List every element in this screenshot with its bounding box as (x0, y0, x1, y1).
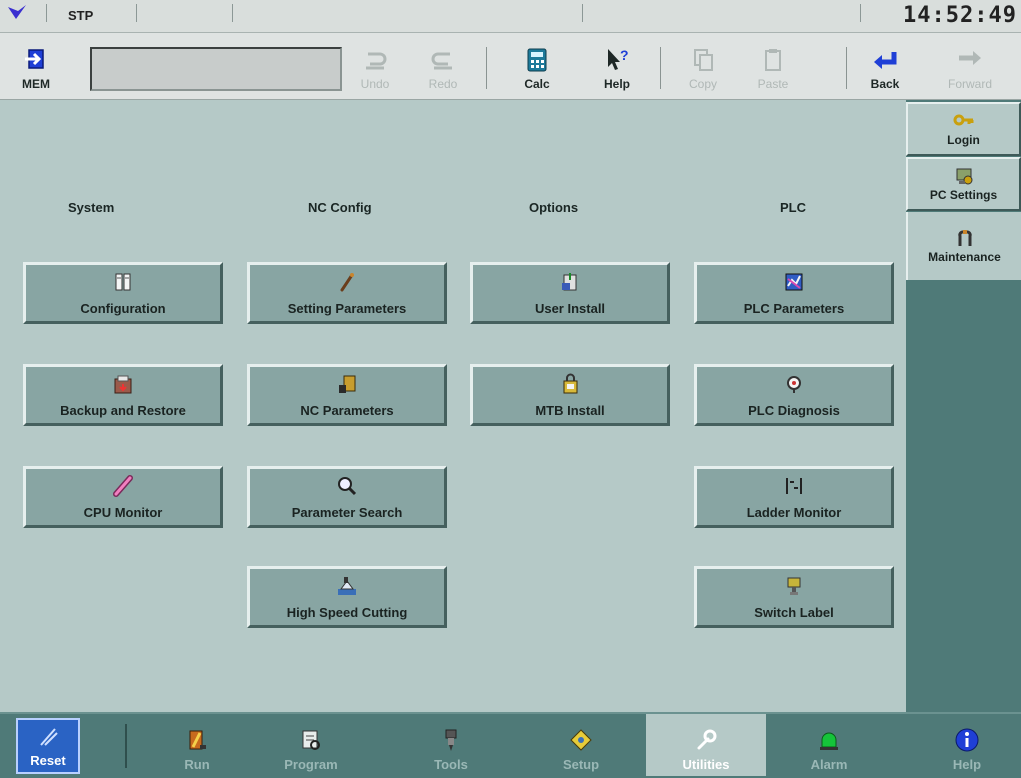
maintenance-tab[interactable]: Maintenance (906, 212, 1021, 280)
ladder-monitor-button[interactable]: Ladder Monitor (694, 466, 894, 528)
login-button[interactable]: Login (906, 102, 1021, 156)
configuration-button[interactable]: Configuration (23, 262, 223, 324)
key-icon (953, 114, 973, 126)
status-divider (136, 4, 137, 22)
copy-icon (694, 49, 713, 71)
status-divider (582, 4, 583, 22)
column-header-system: System (68, 200, 115, 215)
clock: 14:52:49 (903, 3, 1017, 28)
nc-parameters-button[interactable]: NC Parameters (247, 364, 447, 426)
machine-mode: STP (68, 8, 94, 23)
help-pointer-icon: ? (608, 47, 629, 70)
reset-button[interactable]: Reset (16, 718, 80, 774)
maintenance-icon (957, 230, 972, 246)
plc-parameters-icon (785, 273, 803, 290)
high-speed-cutting-button[interactable]: High Speed Cutting (247, 566, 447, 628)
toolbar: MEM Undo Redo Calc ? Help Copy Paste Bac… (0, 33, 1021, 101)
paste-icon (765, 49, 781, 71)
info-icon (955, 728, 979, 752)
calculator-icon (527, 48, 547, 72)
toolbar-divider (486, 47, 487, 89)
run-button[interactable]: Run (154, 714, 240, 776)
redo-icon (431, 52, 452, 70)
parameter-search-button[interactable]: Parameter Search (247, 466, 447, 528)
copy-button[interactable]: Copy (672, 37, 734, 95)
calc-button[interactable]: Calc (506, 37, 568, 95)
switch-label-icon (787, 577, 801, 595)
wrench-icon (697, 729, 717, 750)
backup-restore-button[interactable]: Backup and Restore (23, 364, 223, 426)
utilities-button[interactable]: Utilities (646, 714, 766, 776)
mem-arrow-icon (25, 49, 44, 69)
undo-button[interactable]: Undo (344, 37, 406, 95)
ladder-monitor-icon (786, 477, 802, 494)
plc-diagnosis-icon (787, 375, 801, 393)
status-divider (46, 4, 47, 22)
run-icon (189, 730, 206, 750)
tools-button[interactable]: Tools (408, 714, 494, 776)
setting-parameters-button[interactable]: Setting Parameters (247, 262, 447, 324)
user-install-button[interactable]: User Install (470, 262, 670, 324)
logo-icon (8, 5, 26, 19)
mtb-install-button[interactable]: MTB Install (470, 364, 670, 426)
mem-button[interactable]: MEM (8, 37, 64, 95)
user-install-icon (562, 272, 577, 290)
program-button[interactable]: Program (268, 714, 354, 776)
help-bottom-button[interactable]: Help (924, 714, 1010, 776)
configuration-icon (115, 273, 131, 290)
status-bar: STP 14:52:49 (0, 0, 1021, 33)
pc-settings-button[interactable]: PC Settings (906, 157, 1021, 211)
setup-icon (570, 729, 592, 751)
help-button[interactable]: ? Help (586, 37, 648, 95)
setup-button[interactable]: Setup (538, 714, 624, 776)
plc-diagnosis-button[interactable]: PLC Diagnosis (694, 364, 894, 426)
nc-parameters-icon (339, 375, 356, 393)
status-divider (860, 4, 861, 22)
column-header-plc: PLC (780, 200, 806, 215)
cpu-monitor-icon (113, 474, 133, 497)
forward-arrow-icon (959, 51, 981, 65)
high-speed-cutting-icon (338, 576, 356, 595)
back-button[interactable]: Back (856, 37, 914, 95)
switch-label-button[interactable]: Switch Label (694, 566, 894, 628)
magnifier-icon (338, 476, 357, 495)
column-header-options: Options (529, 200, 579, 215)
reset-icon (40, 728, 58, 746)
tools-icon (445, 729, 457, 751)
toolbar-divider (660, 47, 661, 89)
mem-display (90, 47, 342, 91)
back-arrow-icon (874, 52, 897, 69)
plc-parameters-button[interactable]: PLC Parameters (694, 262, 894, 324)
status-divider (232, 4, 233, 22)
forward-button[interactable]: Forward (920, 37, 1020, 95)
alarm-button[interactable]: Alarm (786, 714, 872, 776)
program-icon (302, 730, 320, 750)
mtb-install-icon (563, 373, 578, 393)
redo-button[interactable]: Redo (412, 37, 474, 95)
pc-settings-icon (956, 168, 972, 185)
paste-button[interactable]: Paste (742, 37, 804, 95)
undo-icon (366, 52, 387, 70)
setting-parameters-icon (340, 272, 354, 291)
backup-restore-icon (114, 375, 132, 393)
column-header-nc-config: NC Config (308, 200, 372, 215)
bottom-divider (125, 724, 127, 768)
alarm-light-icon (820, 732, 838, 750)
cpu-monitor-button[interactable]: CPU Monitor (23, 466, 223, 528)
toolbar-divider (846, 47, 847, 89)
svg-text:?: ? (620, 47, 629, 63)
